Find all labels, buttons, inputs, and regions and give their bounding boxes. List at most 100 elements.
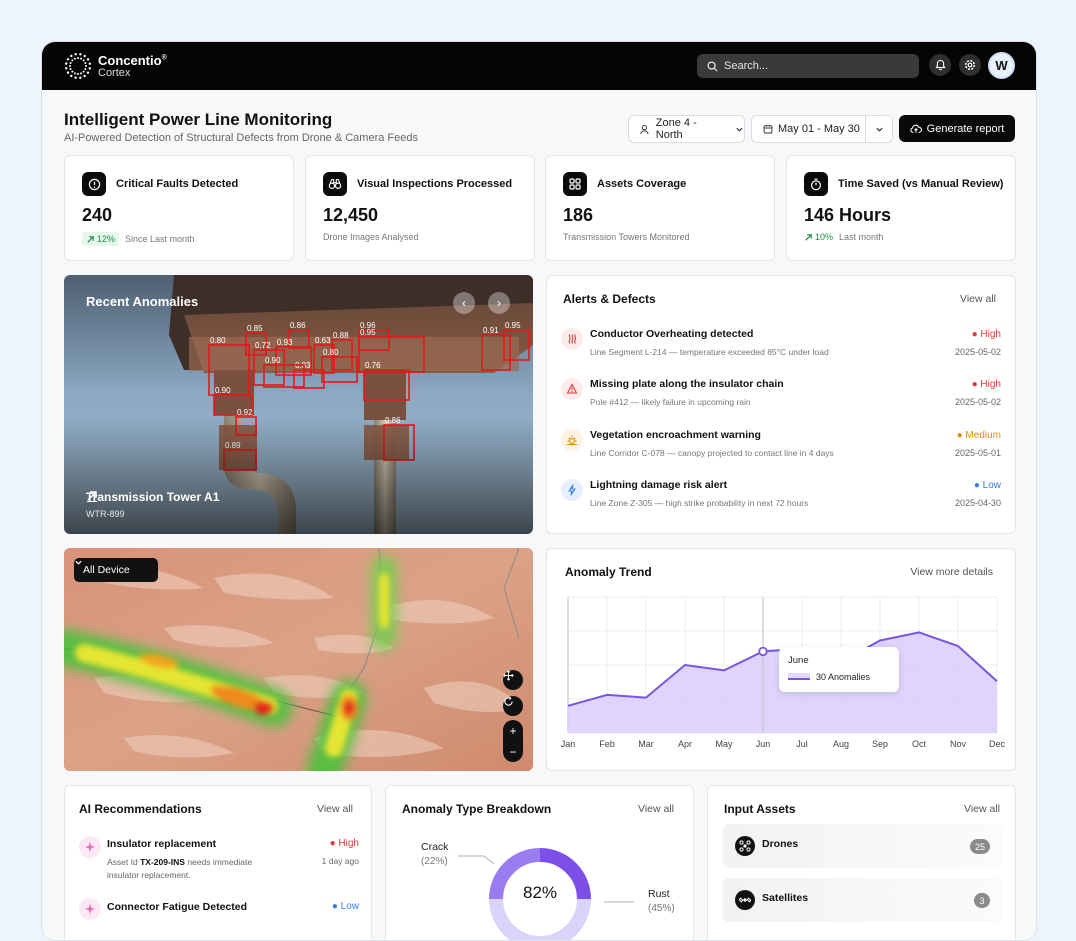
recent-anomalies-card[interactable]: 0.960.850.860.630.880.910.950.800.720.93…: [64, 275, 533, 534]
stat-value: 186: [563, 205, 594, 225]
chevron-down-icon: [75, 560, 82, 565]
rotate-button[interactable]: [503, 696, 523, 716]
date-range-select[interactable]: May 01 - May 30: [751, 115, 893, 143]
crack-leader-line: [458, 855, 495, 865]
alert-item[interactable]: Conductor Overheating detected Line Segm…: [561, 326, 1001, 370]
tower-link[interactable]: Transmission Tower A1: [86, 490, 219, 504]
zone-select-value: Zone 4 - North: [655, 117, 697, 141]
user-avatar[interactable]: W: [988, 52, 1015, 79]
alert-item[interactable]: Lightning damage risk alert Line Zone Z-…: [561, 477, 1001, 521]
zone-select[interactable]: Zone 4 - North: [628, 115, 745, 143]
stat-card-assets-coverage[interactable]: Assets Coverage 186 Transmission Towers …: [545, 155, 775, 261]
zoom-out-button[interactable]: −: [509, 745, 516, 759]
next-image-button[interactable]: ›: [488, 292, 510, 314]
date-range-value: May 01 - May 30: [778, 123, 860, 135]
device-filter-value: All Device: [83, 564, 130, 576]
recenter-button[interactable]: [503, 670, 523, 690]
recent-anomalies-title: Recent Anomalies: [86, 294, 199, 309]
tower-name: Transmission Tower A1: [86, 490, 220, 504]
notifications-button[interactable]: [929, 54, 951, 76]
search-input[interactable]: Search...: [697, 54, 919, 78]
binoculars-icon: [323, 172, 347, 196]
heatmap-map[interactable]: All Device + −: [64, 548, 533, 771]
generate-report-label: Generate report: [926, 122, 1005, 135]
slice-label-rust: Rust: [648, 888, 670, 900]
severity-badge: ● High: [971, 329, 1001, 340]
date-range-toggle[interactable]: [866, 125, 892, 134]
lightning-icon: [561, 479, 583, 501]
slice-pct-crack: (22%): [421, 856, 448, 867]
severity-label: Low: [340, 901, 359, 912]
alert-description: Pole #412 — likely failure in upcoming r…: [590, 397, 751, 407]
x-axis-label: Nov: [949, 739, 967, 749]
gear-icon: [964, 59, 976, 71]
trend-badge: 10%: [804, 232, 833, 242]
asset-id: TX-209-INS: [140, 857, 185, 867]
stat-label: Assets Coverage: [597, 178, 687, 190]
x-axis-label: Apr: [677, 739, 693, 749]
alert-description: Line Corridor C-078 — canopy projected t…: [590, 448, 834, 458]
drone-icon: [735, 836, 755, 856]
assets-view-all-link[interactable]: View all: [964, 803, 1000, 815]
search-placeholder: Search...: [724, 60, 769, 72]
tooltip-month: June: [788, 655, 809, 666]
severity-badge: ● Low: [331, 901, 359, 912]
recommendation-description: Asset Id TX-209-INS needs immediate insul…: [107, 856, 307, 882]
alerts-view-all-link[interactable]: View all: [960, 293, 996, 305]
stat-card-critical-faults[interactable]: Critical Faults Detected 240 12% Since L…: [64, 155, 294, 261]
stat-value: 12,450: [323, 205, 379, 225]
alert-item[interactable]: Missing plate along the insulator chain …: [561, 376, 1001, 420]
alert-title: Conductor Overheating detected: [590, 328, 754, 340]
page-title: Intelligent Power Line Monitoring: [64, 110, 333, 129]
heat-icon: [561, 328, 583, 350]
desc-prefix: Asset Id: [107, 857, 141, 867]
desc-line2: insulator replacement.: [107, 870, 191, 880]
zoom-control: + −: [503, 720, 523, 762]
device-filter-select[interactable]: All Device: [74, 558, 158, 582]
asset-row-drones[interactable]: Drones 25: [723, 824, 1002, 868]
stat-value: 146 Hours: [804, 205, 892, 225]
assets-title: Input Assets: [724, 802, 796, 816]
x-axis-label: Aug: [832, 739, 850, 749]
concentio-logo-icon: [65, 53, 91, 79]
desc-suffix: needs immediate: [184, 857, 253, 867]
slice-pct-rust: (45%): [648, 903, 675, 914]
tower-id: WTR-899: [86, 509, 125, 519]
recommendation-item[interactable]: Insulator replacement ● High Asset Id TX…: [79, 836, 359, 884]
generate-report-button[interactable]: Generate report: [899, 115, 1015, 142]
brand-name: Concentio: [98, 52, 162, 68]
asset-label: Satellites: [762, 892, 809, 904]
x-axis-label: Jan: [560, 739, 576, 749]
alert-item[interactable]: Vegetation encroachment warning Line Cor…: [561, 427, 1001, 471]
stat-note: Since Last month: [125, 234, 195, 244]
arrow-up-right-icon: [805, 233, 812, 241]
anomaly-trend-card: Anomaly Trend View more details Jan Feb Ma…: [546, 548, 1016, 771]
stat-label: Time Saved (vs Manual Review): [838, 178, 1004, 190]
asset-row-satellites[interactable]: Satellites 3: [723, 878, 1002, 922]
x-axis-label: Mar: [638, 739, 654, 749]
severity-label: High: [980, 379, 1001, 390]
alert-description: Line Segment L-214 — temperature exceede…: [590, 347, 829, 357]
zoom-in-button[interactable]: +: [509, 724, 516, 738]
brand-logo[interactable]: Concentio® Cortex: [64, 52, 167, 80]
settings-button[interactable]: [959, 54, 981, 76]
arrow-up-right-icon: [87, 235, 94, 243]
x-axis-label: May: [715, 739, 733, 749]
x-axis-label: Jul: [796, 739, 808, 749]
stat-card-visual-inspections[interactable]: Visual Inspections Processed 12,450 Dron…: [305, 155, 535, 261]
asset-count-badge: 3: [974, 893, 990, 908]
highlight-point[interactable]: [758, 646, 768, 657]
recommendations-view-all-link[interactable]: View all: [317, 803, 353, 815]
recommendation-item[interactable]: Connector Fatigue Detected ● Low: [79, 898, 359, 928]
tooltip-swatch: [788, 673, 810, 680]
page-subtitle: AI-Powered Detection of Structural Defec…: [64, 132, 418, 144]
recommendation-title: Insulator replacement: [107, 838, 217, 850]
prev-image-button[interactable]: ‹: [453, 292, 475, 314]
stopwatch-icon: [804, 172, 828, 196]
asset-count-badge: 25: [969, 839, 990, 854]
grid-icon: [563, 172, 587, 196]
stat-card-time-saved[interactable]: Time Saved (vs Manual Review) 146 Hours …: [786, 155, 1016, 261]
severity-badge: ● Medium: [956, 430, 1001, 441]
x-axis-label: Dec: [988, 739, 1006, 749]
severity-label: High: [980, 329, 1001, 340]
